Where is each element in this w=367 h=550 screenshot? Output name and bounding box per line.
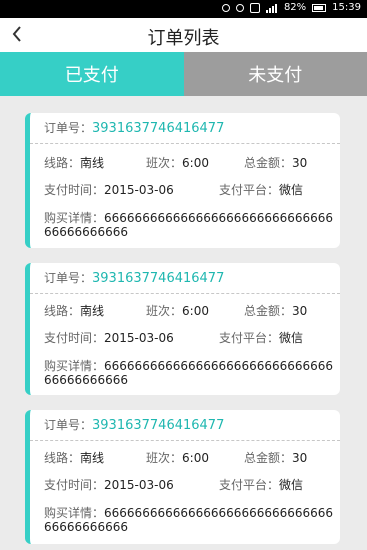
- platform-field: 支付平台：微信: [219, 329, 303, 346]
- schedule-field: 班次：6:00: [146, 449, 209, 466]
- platform-value: 微信: [279, 478, 304, 492]
- schedule-value: 6:00: [182, 156, 209, 170]
- clock: 15:39: [332, 2, 361, 13]
- schedule-value: 6:00: [182, 451, 209, 465]
- total-value: 30: [292, 156, 308, 170]
- total-label: 总金额：: [244, 156, 293, 170]
- total-field: 总金额：30: [244, 154, 307, 171]
- route-field: 线路：南线: [44, 154, 104, 171]
- platform-label: 支付平台：: [219, 331, 280, 345]
- pay-time-field: 支付时间：2015-03-06: [44, 329, 174, 346]
- battery-icon: [312, 3, 327, 12]
- total-value: 30: [292, 451, 308, 465]
- platform-value: 微信: [279, 183, 304, 197]
- battery-percent: 82%: [283, 2, 307, 13]
- pay-time-label: 支付时间：: [44, 331, 105, 345]
- platform-label: 支付平台：: [219, 183, 280, 197]
- status-icons: 82% 15:39: [221, 2, 361, 13]
- schedule-field: 班次：6:00: [146, 154, 209, 171]
- platform-field: 支付平台：微信: [219, 181, 303, 198]
- title-bar: 订单列表: [0, 18, 367, 52]
- platform-value: 微信: [279, 331, 304, 345]
- pay-time-value: 2015-03-06: [104, 183, 174, 197]
- signal-icon: [265, 3, 278, 13]
- pay-time-value: 2015-03-06: [104, 478, 174, 492]
- platform-label: 支付平台：: [219, 478, 280, 492]
- pay-time-label: 支付时间：: [44, 478, 105, 492]
- total-label: 总金额：: [244, 304, 293, 318]
- page-title: 订单列表: [147, 28, 220, 49]
- order-number-label: 订单号：: [44, 418, 93, 432]
- route-label: 线路：: [44, 156, 81, 170]
- details-label: 购买详情：: [44, 359, 105, 373]
- details-field: 购买详情：66666666666666666666666666666666666…: [44, 506, 334, 534]
- schedule-label: 班次：: [146, 304, 183, 318]
- order-number-label: 订单号：: [44, 121, 93, 135]
- total-label: 总金额：: [244, 451, 293, 465]
- sim-icon: [249, 2, 260, 13]
- total-value: 30: [292, 304, 308, 318]
- schedule-label: 班次：: [146, 451, 183, 465]
- details-label: 购买详情：: [44, 506, 105, 520]
- details-field: 购买详情：66666666666666666666666666666666666…: [44, 359, 334, 387]
- order-card[interactable]: 订单号：3931637746416477 线路：南线 班次：6:00 总金额：3…: [25, 410, 340, 544]
- platform-field: 支付平台：微信: [219, 476, 303, 493]
- route-label: 线路：: [44, 451, 81, 465]
- order-card[interactable]: 订单号：3931637746416477 线路：南线 班次：6:00 总金额：3…: [25, 263, 340, 395]
- schedule-label: 班次：: [146, 156, 183, 170]
- wifi-icon: [235, 3, 244, 12]
- details-label: 购买详情：: [44, 211, 105, 225]
- details-field: 购买详情：66666666666666666666666666666666666…: [44, 211, 334, 239]
- tab-unpaid[interactable]: 未支付: [183, 52, 367, 96]
- route-value: 南线: [80, 156, 105, 170]
- order-card[interactable]: 订单号：3931637746416477 线路：南线 班次：6:00 总金额：3…: [25, 113, 340, 248]
- total-field: 总金额：30: [244, 302, 307, 319]
- order-number-label: 订单号：: [44, 271, 93, 285]
- status-bar: 82% 15:39: [0, 0, 367, 18]
- tab-bar: 已支付 未支付: [0, 52, 367, 96]
- order-number-row: 订单号：3931637746416477: [30, 113, 340, 144]
- tab-paid[interactable]: 已支付: [0, 52, 184, 96]
- alarm-icon: [221, 3, 230, 12]
- pay-time-value: 2015-03-06: [104, 331, 174, 345]
- order-number: 3931637746416477: [92, 418, 225, 433]
- pay-time-label: 支付时间：: [44, 183, 105, 197]
- route-label: 线路：: [44, 304, 81, 318]
- schedule-field: 班次：6:00: [146, 302, 209, 319]
- order-number: 3931637746416477: [92, 121, 225, 136]
- route-field: 线路：南线: [44, 449, 104, 466]
- order-number-row: 订单号：3931637746416477: [30, 263, 340, 294]
- order-list: 订单号：3931637746416477 线路：南线 班次：6:00 总金额：3…: [0, 96, 367, 550]
- route-value: 南线: [80, 304, 105, 318]
- total-field: 总金额：30: [244, 449, 307, 466]
- schedule-value: 6:00: [182, 304, 209, 318]
- route-field: 线路：南线: [44, 302, 104, 319]
- order-number-row: 订单号：3931637746416477: [30, 410, 340, 441]
- pay-time-field: 支付时间：2015-03-06: [44, 476, 174, 493]
- order-number: 3931637746416477: [92, 271, 225, 286]
- pay-time-field: 支付时间：2015-03-06: [44, 181, 174, 198]
- route-value: 南线: [80, 451, 105, 465]
